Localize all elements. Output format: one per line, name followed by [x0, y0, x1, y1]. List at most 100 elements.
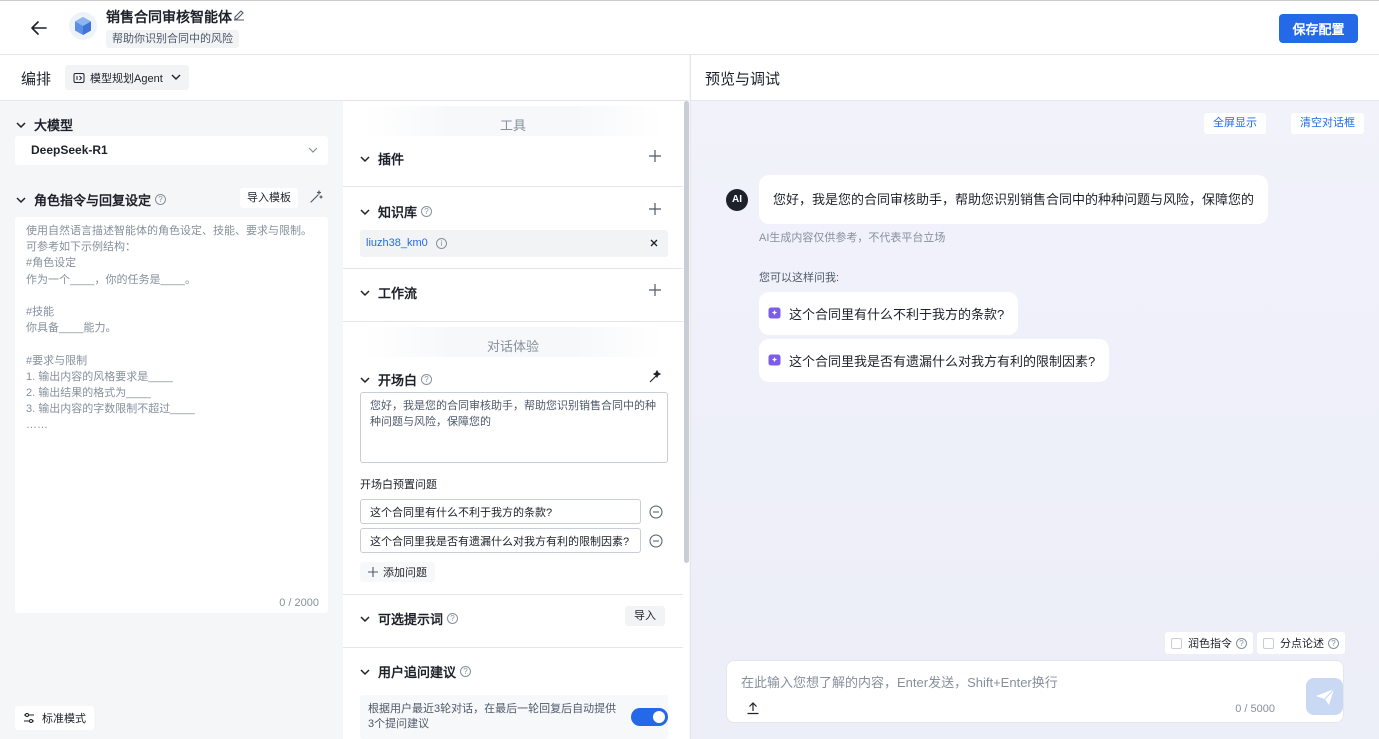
- points-checkbox[interactable]: 分点论述 ?: [1257, 632, 1345, 654]
- polish-checkbox[interactable]: 润色指令 ?: [1165, 632, 1253, 654]
- help-icon[interactable]: ?: [460, 666, 472, 677]
- dialog-group-label: 对话体验: [486, 339, 539, 354]
- remove-circle-icon[interactable]: [649, 505, 663, 519]
- orchestration-title: 编排: [21, 71, 52, 88]
- preview-bar: 预览与调试: [690, 55, 1379, 101]
- model-selected: DeepSeek-R1: [31, 143, 108, 157]
- chat-char-counter: 0 / 5000: [1235, 703, 1275, 715]
- sparkle-icon[interactable]: [648, 370, 662, 384]
- opening-section-title: 开场白: [378, 373, 418, 388]
- plus-icon: [368, 567, 378, 577]
- info-icon: i: [436, 238, 447, 249]
- suggestion-text: 这个合同里我是否有遗漏什么对我方有利的限制因素?: [789, 354, 1096, 369]
- polish-label: 润色指令: [1188, 638, 1232, 650]
- config-scrollbar[interactable]: [684, 101, 689, 563]
- close-icon[interactable]: [648, 237, 660, 249]
- chevron-down-icon: [360, 208, 370, 215]
- prompt-section-title: 角色指令与回复设定: [34, 193, 152, 208]
- chat-input-box[interactable]: 0 / 5000: [726, 660, 1344, 723]
- checkbox-box[interactable]: [1263, 637, 1274, 649]
- workflow-section-header[interactable]: 工作流: [360, 283, 417, 302]
- greeting-bubble: 您好，我是您的合同审核助手，帮助您识别销售合同中的种种问题与风险，保障您的: [759, 175, 1269, 224]
- divider: [343, 186, 683, 187]
- follow-up-title: 用户追问建议: [378, 665, 457, 680]
- help-icon[interactable]: ?: [155, 194, 167, 205]
- fullscreen-button[interactable]: 全屏显示: [1204, 113, 1266, 134]
- send-plane-icon: [1315, 688, 1334, 705]
- suggestion-item[interactable]: 这个合同里有什么不利于我方的条款?: [759, 292, 1019, 335]
- model-section-title: 大模型: [34, 118, 74, 133]
- kb-item[interactable]: liuzh38_km0 i: [360, 230, 668, 257]
- edit-pencil-icon[interactable]: [232, 8, 246, 22]
- chevron-down-icon: [360, 668, 370, 675]
- opening-section-header[interactable]: 开场白 ?: [360, 370, 433, 389]
- divider: [343, 321, 683, 322]
- chevron-down-icon: [171, 74, 181, 80]
- chat-input[interactable]: [741, 673, 1281, 691]
- help-icon[interactable]: ?: [1328, 637, 1339, 649]
- import-button[interactable]: 导入: [625, 606, 665, 626]
- back-arrow-icon[interactable]: [28, 17, 50, 39]
- divider: [343, 268, 683, 269]
- chevron-down-icon: [360, 289, 370, 296]
- chevron-down-icon: [360, 155, 370, 162]
- standard-mode-button[interactable]: 标准模式: [15, 706, 94, 730]
- workflow-section-title: 工作流: [378, 286, 418, 301]
- model-select[interactable]: DeepSeek-R1: [15, 136, 328, 165]
- orchestration-bar: 编排 模型规划Agent: [0, 55, 689, 101]
- chevron-down-icon: [360, 615, 370, 622]
- send-button[interactable]: [1306, 678, 1343, 715]
- help-icon[interactable]: ?: [447, 613, 459, 624]
- preset-questions-label: 开场白预置问题: [360, 479, 437, 491]
- follow-up-toggle[interactable]: [631, 708, 668, 726]
- agent-name: 销售合同审核智能体: [106, 9, 232, 25]
- chat-sparkle-icon: [768, 307, 781, 319]
- import-template-button[interactable]: 导入模板: [240, 188, 298, 208]
- add-plugin-plus-icon[interactable]: [648, 149, 662, 163]
- kb-section-title: 知识库: [378, 205, 418, 220]
- divider: [343, 647, 683, 648]
- follow-up-box: 根据用户最近3轮对话，在最后一轮回复后自动提供3个提问建议: [360, 695, 668, 739]
- checkbox-box[interactable]: [1171, 637, 1182, 649]
- chevron-down-icon: [308, 147, 318, 153]
- agent-mode-select[interactable]: 模型规划Agent: [65, 65, 189, 90]
- help-icon[interactable]: ?: [421, 374, 433, 385]
- add-workflow-plus-icon[interactable]: [648, 283, 662, 297]
- chat-sparkle-icon: [768, 354, 781, 366]
- add-kb-plus-icon[interactable]: [648, 202, 662, 216]
- optional-prompt-section-header[interactable]: 可选提示词 ?: [360, 609, 459, 628]
- preset-question-input[interactable]: [360, 499, 641, 524]
- kb-item-name[interactable]: liuzh38_km0: [366, 237, 428, 249]
- preview-title: 预览与调试: [705, 71, 781, 88]
- preset-question-input[interactable]: [360, 528, 641, 553]
- prompt-textarea[interactable]: 使用自然语言描述智能体的角色设定、技能、要求与限制。 可参考如下示例结构： #角…: [15, 217, 328, 613]
- chevron-down-icon: [16, 196, 26, 203]
- config-column: 工具 插件 知识库 ? liuzh38_km0 i 工作流 对话体验 开场白 ?…: [343, 101, 689, 739]
- save-config-button[interactable]: 保存配置: [1279, 14, 1358, 43]
- suggestion-text: 这个合同里有什么不利于我方的条款?: [789, 307, 1005, 322]
- chevron-down-icon: [16, 121, 26, 128]
- suggestion-item[interactable]: 这个合同里我是否有遗漏什么对我方有利的限制因素?: [759, 339, 1110, 382]
- divider: [343, 594, 683, 595]
- prompt-section-header[interactable]: 角色指令与回复设定 ?: [16, 190, 167, 209]
- sliders-icon: [24, 713, 34, 723]
- plugin-section-header[interactable]: 插件: [360, 149, 404, 168]
- header: 销售合同审核智能体 帮助你识别合同中的风险 保存配置: [0, 0, 1379, 55]
- help-icon[interactable]: ?: [421, 206, 433, 217]
- kb-section-header[interactable]: 知识库 ?: [360, 202, 433, 221]
- magic-wand-icon[interactable]: [309, 190, 323, 204]
- ai-avatar: AI: [726, 189, 748, 211]
- follow-up-description: 根据用户最近3轮对话，在最后一轮回复后自动提供3个提问建议: [368, 703, 617, 730]
- opening-textarea[interactable]: 您好，我是您的合同审核助手，帮助您识别销售合同中的种种问题与风险，保障您的: [360, 392, 668, 463]
- clear-chat-button[interactable]: 清空对话框: [1291, 113, 1364, 134]
- follow-up-section-header[interactable]: 用户追问建议 ?: [360, 662, 472, 681]
- add-question-button[interactable]: 添加问题: [360, 562, 435, 582]
- upload-icon[interactable]: [746, 701, 760, 715]
- model-section-header[interactable]: 大模型: [16, 115, 73, 134]
- add-question-label: 添加问题: [383, 567, 427, 579]
- help-icon[interactable]: ?: [1236, 637, 1247, 649]
- prompt-char-counter: 0 / 2000: [279, 597, 319, 609]
- ai-disclaimer: AI生成内容仅供参考，不代表平台立场: [759, 232, 946, 244]
- prompt-column: 大模型 DeepSeek-R1 角色指令与回复设定 ? 导入模板 使用自然语言描…: [0, 101, 343, 739]
- remove-circle-icon[interactable]: [649, 534, 663, 548]
